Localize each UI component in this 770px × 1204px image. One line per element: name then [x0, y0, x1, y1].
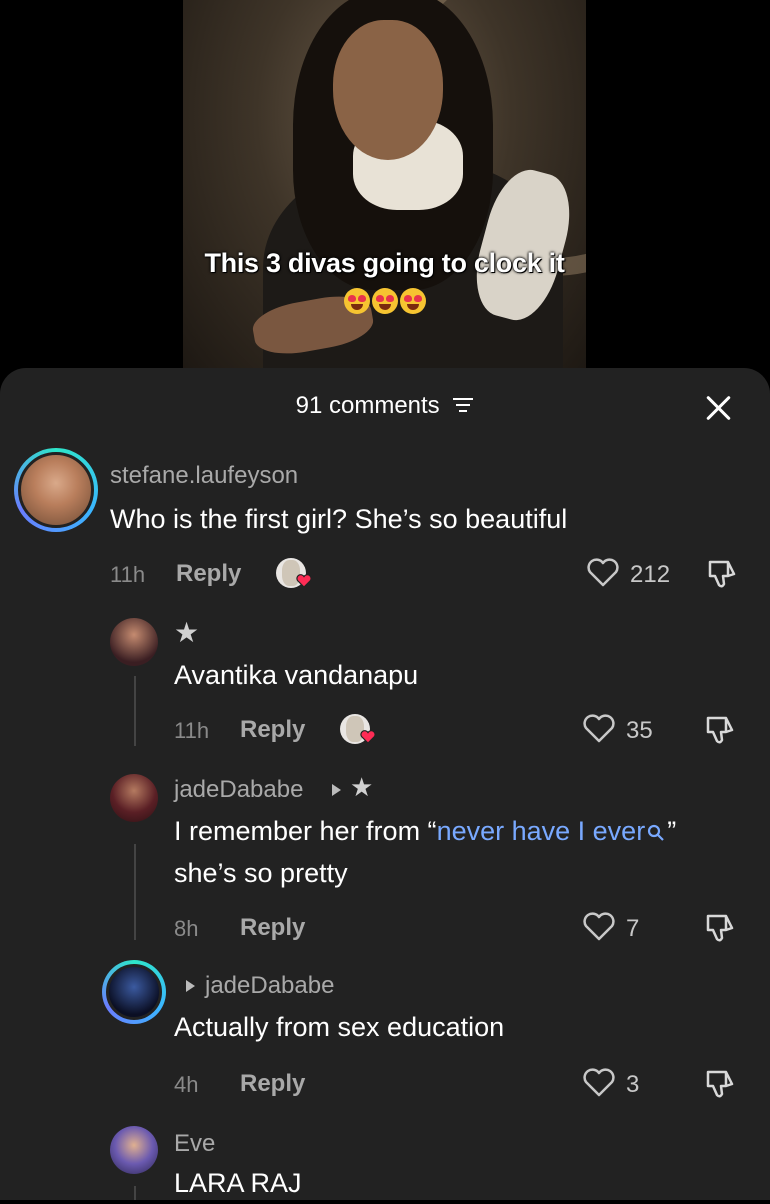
reply-button[interactable]: Reply [240, 914, 305, 942]
search-link[interactable]: never have I ever [437, 816, 646, 846]
heart-outline-icon[interactable] [582, 912, 616, 942]
heart-eyes-emoji-icon [343, 287, 370, 314]
reply-button[interactable]: Reply [240, 716, 305, 744]
reply-arrow-icon [186, 980, 195, 992]
like-count: 7 [626, 915, 640, 942]
reply-button[interactable]: Reply [176, 560, 241, 588]
heart-badge-icon [296, 574, 312, 588]
avatar[interactable] [110, 774, 158, 822]
comment-time: 11h [110, 562, 146, 587]
play-arrow-icon [332, 784, 341, 796]
heart-outline-icon[interactable] [582, 1068, 616, 1098]
video-player[interactable]: This 3 divas going to clock it [183, 0, 586, 380]
reply-to-username[interactable]: jadeDababe [205, 972, 334, 1000]
comment-count: 91 comments [295, 392, 440, 419]
comment-username[interactable]: ★ [174, 616, 199, 649]
avatar[interactable] [102, 960, 166, 1024]
dislike-icon[interactable] [706, 558, 738, 590]
comment-time: 4h [174, 1072, 199, 1097]
heart-outline-icon[interactable] [582, 714, 616, 744]
like-count: 212 [630, 561, 671, 588]
comment-username[interactable]: Eve [174, 1130, 215, 1158]
like-count: 35 [626, 717, 653, 744]
filter-lines-icon[interactable] [452, 397, 474, 413]
avatar[interactable] [110, 1126, 158, 1174]
heart-eyes-emoji-icon [399, 287, 426, 314]
heart-eyes-emoji-icon [371, 287, 398, 314]
comment-text: Actually from sex education [174, 1012, 505, 1042]
video-figure-face [333, 20, 443, 160]
comment-text: Avantika vandanapu [174, 660, 419, 690]
comment-text: Who is the first girl? She’s so beautifu… [110, 504, 568, 534]
dislike-icon[interactable] [704, 912, 736, 944]
video-caption: This 3 divas going to clock it [204, 248, 565, 278]
heart-badge-icon [360, 730, 376, 744]
video-caption-emojis [183, 286, 586, 314]
comments-header: 91 comments [0, 392, 770, 422]
comment-username[interactable]: jadeDababe [174, 776, 303, 804]
close-icon[interactable] [704, 394, 732, 422]
comments-sheet: 91 comments stefane.laufeyson Who is the… [0, 368, 770, 1200]
reply-button[interactable]: Reply [240, 1070, 305, 1098]
comment-text: I remember her from “never have I ever” … [174, 816, 677, 888]
comment-time: 8h [174, 916, 199, 941]
thread-line [134, 1186, 136, 1200]
avatar[interactable] [14, 448, 98, 532]
thread-line [134, 676, 136, 746]
comment-username[interactable]: stefane.laufeyson [110, 462, 298, 490]
star-badge: ★ [350, 772, 374, 802]
comment-text: LARA RAJ [174, 1168, 302, 1198]
thread-line [134, 844, 136, 940]
avatar[interactable] [110, 618, 158, 666]
comment-time: 11h [174, 718, 210, 743]
heart-outline-icon[interactable] [586, 558, 620, 588]
like-count: 3 [626, 1071, 640, 1098]
search-icon[interactable] [647, 824, 665, 842]
dislike-icon[interactable] [704, 714, 736, 746]
dislike-icon[interactable] [704, 1068, 736, 1100]
